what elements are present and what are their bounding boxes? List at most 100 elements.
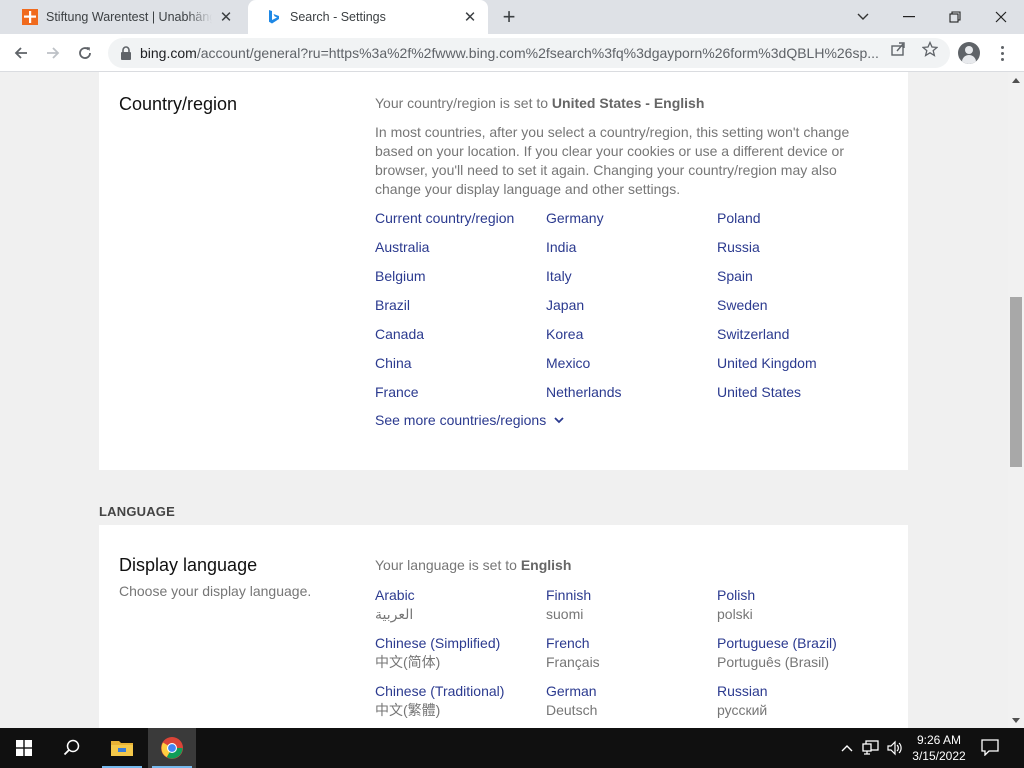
tray-overflow-chevron-icon[interactable] bbox=[838, 739, 856, 757]
display-language-card: Display language Choose your display lan… bbox=[99, 525, 908, 728]
tab-title: Stiftung Warentest | Unabhängige bbox=[46, 10, 212, 24]
status-value: United States - English bbox=[551, 95, 705, 111]
reload-icon[interactable] bbox=[70, 38, 100, 68]
search-icon[interactable] bbox=[48, 728, 96, 768]
forward-icon[interactable] bbox=[38, 38, 68, 68]
tab-search-settings[interactable]: Search - Settings ✕ bbox=[248, 0, 488, 34]
status-prefix: Your language is set to bbox=[375, 557, 521, 573]
country-link[interactable]: France bbox=[375, 383, 546, 402]
scroll-up-icon[interactable] bbox=[1008, 72, 1024, 88]
tab-stiftung-warentest[interactable]: Stiftung Warentest | Unabhängige ✕ bbox=[4, 0, 244, 34]
language-name[interactable]: Russian bbox=[717, 682, 888, 701]
language-native-name: 中文(繁體) bbox=[375, 702, 441, 718]
language-option[interactable]: Arabic العربية bbox=[375, 586, 546, 624]
url-path: /account/general?ru=https%3a%2f%2fwww.bi… bbox=[196, 45, 879, 61]
network-icon[interactable] bbox=[862, 739, 880, 757]
country-link[interactable]: Spain bbox=[717, 267, 888, 286]
url-text: bing.com/account/general?ru=https%3a%2f%… bbox=[140, 45, 880, 61]
country-link[interactable]: United Kingdom bbox=[717, 354, 888, 373]
restore-window-icon[interactable] bbox=[932, 0, 978, 34]
language-status: Your language is set to English bbox=[375, 557, 571, 573]
country-link[interactable]: Mexico bbox=[546, 354, 717, 373]
page-scrollbar[interactable] bbox=[1008, 72, 1024, 728]
file-explorer-icon[interactable] bbox=[98, 728, 146, 768]
country-link[interactable]: Japan bbox=[546, 296, 717, 315]
url-host: bing.com bbox=[140, 45, 197, 61]
language-name[interactable]: German bbox=[546, 682, 717, 701]
language-option[interactable]: German Deutsch bbox=[546, 682, 717, 720]
browser-toolbar: bing.com/account/general?ru=https%3a%2f%… bbox=[0, 34, 1024, 72]
browser-menu-icon[interactable] bbox=[992, 42, 1012, 64]
language-native-name: Português (Brasil) bbox=[717, 654, 830, 670]
language-option[interactable]: Chinese (Simplified) 中文(简体) bbox=[375, 634, 546, 672]
clock-date: 3/15/2022 bbox=[912, 749, 966, 763]
language-links-grid: Arabic العربية Finnish suomi Polish polski … bbox=[375, 586, 888, 720]
country-link[interactable]: Current country/region bbox=[375, 209, 546, 228]
close-tab-icon[interactable]: ✕ bbox=[462, 9, 478, 26]
taskbar-clock[interactable]: 9:26 AM 3/15/2022 bbox=[904, 732, 974, 764]
country-region-status: Your country/region is set to United Sta… bbox=[375, 95, 704, 111]
country-region-title: Country/region bbox=[119, 94, 238, 114]
country-link[interactable]: Italy bbox=[546, 267, 717, 286]
language-option[interactable]: Portuguese (Brazil) Português (Brasil) bbox=[717, 634, 888, 672]
volume-icon[interactable] bbox=[886, 739, 904, 757]
notification-center-icon[interactable] bbox=[980, 738, 1002, 758]
language-option[interactable]: Chinese (Traditional) 中文(繁體) bbox=[375, 682, 546, 720]
new-tab-button[interactable]: + bbox=[496, 4, 522, 30]
language-option[interactable]: Russian русский bbox=[717, 682, 888, 720]
country-link[interactable]: Netherlands bbox=[546, 383, 717, 402]
country-link[interactable]: Belgium bbox=[375, 267, 546, 286]
see-more-countries-link[interactable]: See more countries/regions bbox=[375, 412, 564, 428]
country-link[interactable]: Germany bbox=[546, 209, 717, 228]
scroll-down-icon[interactable] bbox=[1008, 712, 1024, 728]
chevron-down-icon bbox=[554, 415, 564, 425]
display-language-title: Display language bbox=[119, 555, 258, 575]
country-link[interactable]: India bbox=[546, 238, 717, 257]
language-name[interactable]: Chinese (Traditional) bbox=[375, 682, 546, 701]
language-native-name: русский bbox=[717, 702, 768, 718]
windows-taskbar: 9:26 AM 3/15/2022 bbox=[0, 728, 1024, 768]
lock-icon[interactable] bbox=[120, 46, 132, 60]
back-icon[interactable] bbox=[6, 38, 36, 68]
country-link[interactable]: Switzerland bbox=[717, 325, 888, 344]
country-link[interactable]: Brazil bbox=[375, 296, 546, 315]
language-section-heading: LANGUAGE bbox=[99, 504, 175, 519]
chrome-icon[interactable] bbox=[148, 728, 196, 768]
address-bar[interactable]: bing.com/account/general?ru=https%3a%2f%… bbox=[108, 38, 950, 68]
status-prefix: Your country/region is set to bbox=[375, 95, 552, 111]
profile-avatar-icon[interactable] bbox=[958, 42, 980, 64]
see-more-label: See more countries/regions bbox=[375, 412, 547, 428]
language-name[interactable]: Polish bbox=[717, 586, 888, 605]
language-name[interactable]: Arabic bbox=[375, 586, 546, 605]
language-option[interactable]: French Français bbox=[546, 634, 717, 672]
country-link[interactable]: Korea bbox=[546, 325, 717, 344]
country-region-description: In most countries, after you select a co… bbox=[375, 124, 850, 197]
language-name[interactable]: Chinese (Simplified) bbox=[375, 634, 546, 653]
country-link[interactable]: United States bbox=[717, 383, 888, 402]
language-option[interactable]: Polish polski bbox=[717, 586, 888, 624]
country-link[interactable]: Canada bbox=[375, 325, 546, 344]
country-link[interactable]: Australia bbox=[375, 238, 546, 257]
country-link[interactable]: Sweden bbox=[717, 296, 888, 315]
scroll-thumb[interactable] bbox=[1010, 297, 1022, 467]
country-link[interactable]: Poland bbox=[717, 209, 888, 228]
stiftung-warentest-icon bbox=[22, 9, 38, 25]
share-icon[interactable] bbox=[890, 41, 906, 57]
windows-start-icon[interactable] bbox=[0, 728, 48, 768]
language-name[interactable]: Finnish bbox=[546, 586, 717, 605]
language-native-name: Français bbox=[546, 654, 600, 670]
language-option[interactable]: Finnish suomi bbox=[546, 586, 717, 624]
language-native-name: Deutsch bbox=[546, 702, 598, 718]
close-tab-icon[interactable]: ✕ bbox=[218, 9, 234, 26]
tab-title: Search - Settings bbox=[290, 10, 386, 24]
tab-search-dropdown-icon[interactable] bbox=[840, 0, 886, 34]
language-name[interactable]: French bbox=[546, 634, 717, 653]
language-native-name: 中文(简体) bbox=[375, 654, 441, 670]
close-window-icon[interactable] bbox=[978, 0, 1024, 34]
country-link[interactable]: Russia bbox=[717, 238, 888, 257]
country-link[interactable]: China bbox=[375, 354, 546, 373]
language-name[interactable]: Portuguese (Brazil) bbox=[717, 634, 888, 653]
bookmark-star-icon[interactable] bbox=[922, 41, 938, 57]
language-native-name: العربية bbox=[375, 606, 414, 622]
minimize-window-icon[interactable] bbox=[886, 0, 932, 34]
